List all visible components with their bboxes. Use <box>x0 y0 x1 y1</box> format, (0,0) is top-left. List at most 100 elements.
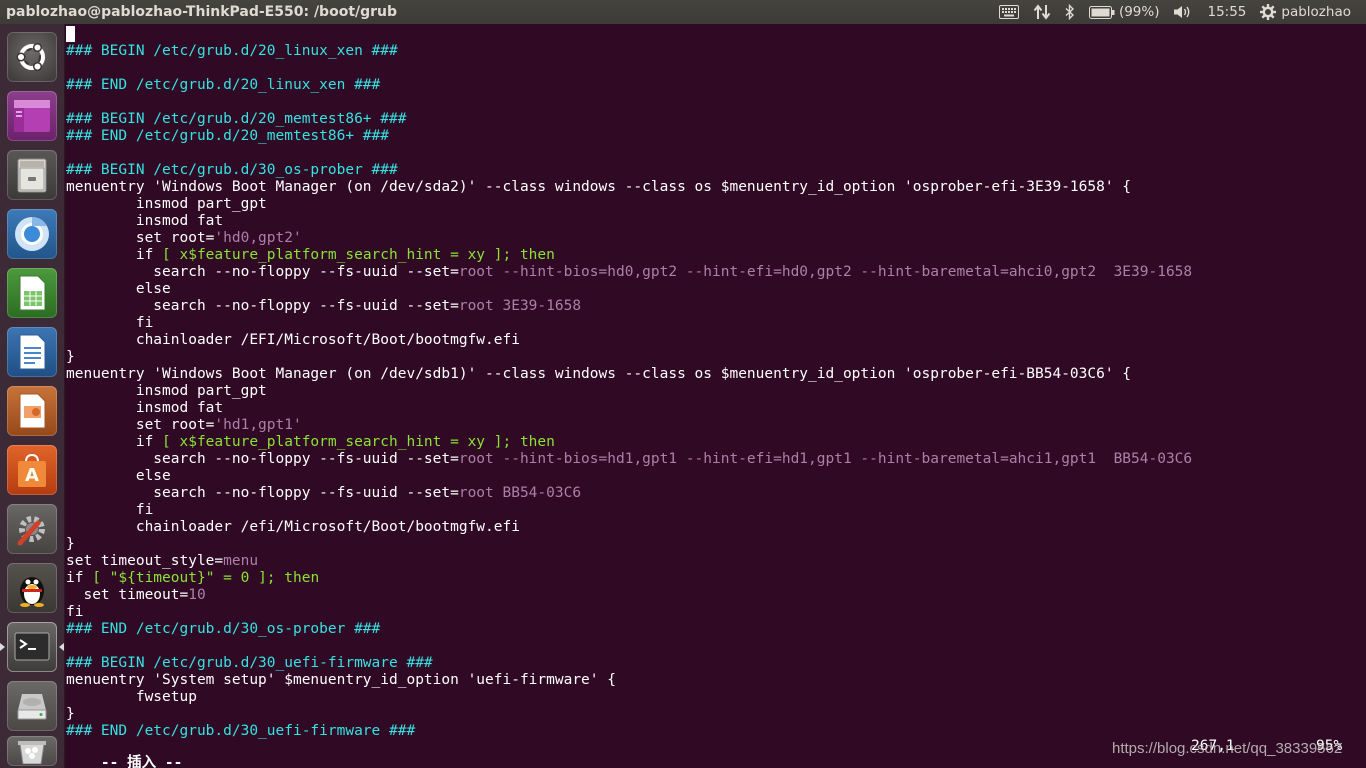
code-token: ### BEGIN /etc/grub.d/30_uefi-firmware #… <box>66 655 433 671</box>
code-token: search --no-floppy --fs-uuid --set= <box>66 264 459 280</box>
launcher: A <box>0 24 65 768</box>
document-icon <box>19 334 46 370</box>
code-token: [ x$feature_platform_search_hint = xy ];… <box>162 247 555 263</box>
network-icon[interactable] <box>1026 0 1058 24</box>
gear-icon <box>1260 4 1277 20</box>
code-token: insmod fat <box>66 213 224 229</box>
launcher-item-software-center[interactable]: A <box>7 445 57 495</box>
disk-drive-icon <box>17 694 47 720</box>
spreadsheet-icon <box>19 275 46 311</box>
code-token: root --hint-bios=hd1,gpt1 --hint-efi=hd1… <box>458 451 1193 467</box>
terminal-line: ### END /etc/grub.d/20_memtest86+ ### <box>66 128 1366 145</box>
terminal-line: search --no-floppy --fs-uuid --set=root … <box>66 485 1366 502</box>
terminal-line: ### END /etc/grub.d/20_linux_xen ### <box>66 77 1366 94</box>
code-token: set timeout= <box>66 587 189 603</box>
battery-percent: (99%) <box>1118 4 1160 20</box>
focused-indicator <box>59 643 64 651</box>
launcher-item-dash-home[interactable] <box>7 32 57 82</box>
terminal-line: search --no-floppy --fs-uuid --set=root … <box>66 298 1366 315</box>
window-title: pablozhao@pablozhao-ThinkPad-E550: /boot… <box>6 4 398 20</box>
terminal-line: insmod part_gpt <box>66 383 1366 400</box>
code-token: else <box>66 281 171 297</box>
text-cursor <box>66 26 75 42</box>
terminal-line: ### BEGIN /etc/grub.d/30_os-prober ### <box>66 162 1366 179</box>
trash-icon <box>18 741 46 764</box>
terminal-line: fi <box>66 604 1366 621</box>
code-token: root BB54-03C6 <box>458 485 582 501</box>
code-token: set timeout_style= <box>66 553 224 569</box>
launcher-item-chromium[interactable] <box>7 209 57 259</box>
code-token: if <box>66 570 93 586</box>
code-token: 10 <box>188 587 206 603</box>
clock[interactable]: 15:55 <box>1200 0 1253 24</box>
code-token: [ "${timeout}" = 0 ]; then <box>92 570 320 586</box>
code-token: } <box>66 349 75 365</box>
code-token: set root= <box>66 230 215 246</box>
terminal-line: ### BEGIN /etc/grub.d/30_uefi-firmware #… <box>66 655 1366 672</box>
bluetooth-icon[interactable] <box>1058 0 1082 24</box>
terminal-line: set root='hd0,gpt2' <box>66 230 1366 247</box>
terminal-window[interactable]: ### BEGIN /etc/grub.d/20_linux_xen ### ##… <box>65 24 1366 768</box>
launcher-item-system-settings[interactable] <box>7 504 57 554</box>
svg-text:A: A <box>25 465 39 486</box>
launcher-item-disks[interactable] <box>7 681 57 731</box>
battery-indicator[interactable]: (99%) <box>1082 0 1167 24</box>
file-cabinet-icon <box>17 158 47 193</box>
terminal-buffer[interactable]: ### BEGIN /etc/grub.d/20_linux_xen ### ##… <box>66 26 1366 740</box>
terminal-line: search --no-floppy --fs-uuid --set=root … <box>66 264 1366 281</box>
terminal-line: chainloader /EFI/Microsoft/Boot/bootmgfw… <box>66 332 1366 349</box>
terminal-line: insmod fat <box>66 400 1366 417</box>
terminal-line: menuentry 'Windows Boot Manager (on /dev… <box>66 179 1366 196</box>
terminal-line: set timeout=10 <box>66 587 1366 604</box>
battery-icon <box>1088 5 1115 19</box>
code-token: chainloader /efi/Microsoft/Boot/bootmgfw… <box>66 519 520 535</box>
launcher-item-libreoffice-impress[interactable] <box>7 386 57 436</box>
running-indicator <box>0 643 5 651</box>
user-name: pablozhao <box>1281 4 1351 20</box>
code-token: fwsetup <box>66 689 197 705</box>
terminal-line: search --no-floppy --fs-uuid --set=root … <box>66 451 1366 468</box>
terminal-icon <box>14 632 50 661</box>
code-token: ### BEGIN /etc/grub.d/30_os-prober ### <box>66 162 398 178</box>
code-token: menu <box>223 553 259 569</box>
code-token: else <box>66 468 171 484</box>
launcher-item-terminal[interactable] <box>0 622 64 672</box>
terminal-line: menuentry 'System setup' $menuentry_id_o… <box>66 672 1366 689</box>
launcher-item-trash[interactable] <box>7 736 57 766</box>
launcher-item-files[interactable] <box>7 150 57 200</box>
terminal-line: ### END /etc/grub.d/30_os-prober ### <box>66 621 1366 638</box>
launcher-item-libreoffice-writer[interactable] <box>7 327 57 377</box>
terminal-line: menuentry 'Windows Boot Manager (on /dev… <box>66 366 1366 383</box>
terminal-line: } <box>66 706 1366 723</box>
code-token: 'hd0,gpt2' <box>214 230 302 246</box>
code-token: menuentry 'System setup' $menuentry_id_o… <box>66 672 616 688</box>
code-token: insmod part_gpt <box>66 196 267 212</box>
terminal-line <box>66 26 1366 43</box>
session-menu[interactable]: pablozhao <box>1253 0 1358 24</box>
terminal-line: if [ "${timeout}" = 0 ]; then <box>66 570 1366 587</box>
code-token: search --no-floppy --fs-uuid --set= <box>66 451 459 467</box>
code-token: } <box>66 706 75 722</box>
terminal-line: fwsetup <box>66 689 1366 706</box>
code-token: root --hint-bios=hd0,gpt2 --hint-efi=hd0… <box>458 264 1193 280</box>
workspaces-icon <box>14 100 50 132</box>
launcher-item-libreoffice-calc[interactable] <box>7 268 57 318</box>
code-token: set root= <box>66 417 215 433</box>
code-token: ### BEGIN /etc/grub.d/20_memtest86+ ### <box>66 111 407 127</box>
code-token: search --no-floppy --fs-uuid --set= <box>66 298 459 314</box>
terminal-line: chainloader /efi/Microsoft/Boot/bootmgfw… <box>66 519 1366 536</box>
code-token: chainloader /EFI/Microsoft/Boot/bootmgfw… <box>66 332 520 348</box>
code-token: fi <box>66 502 154 518</box>
top-panel: pablozhao@pablozhao-ThinkPad-E550: /boot… <box>0 0 1366 24</box>
terminal-line: fi <box>66 502 1366 519</box>
code-token: insmod fat <box>66 400 224 416</box>
launcher-item-qq[interactable] <box>7 563 57 613</box>
terminal-line: insmod part_gpt <box>66 196 1366 213</box>
keyboard-icon[interactable] <box>992 0 1026 24</box>
code-token: menuentry 'Windows Boot Manager (on /dev… <box>66 366 1132 382</box>
launcher-item-workspace-switcher[interactable] <box>7 91 57 141</box>
terminal-line: set timeout_style=menu <box>66 553 1366 570</box>
code-token: if <box>66 247 163 263</box>
volume-icon[interactable] <box>1166 0 1200 24</box>
